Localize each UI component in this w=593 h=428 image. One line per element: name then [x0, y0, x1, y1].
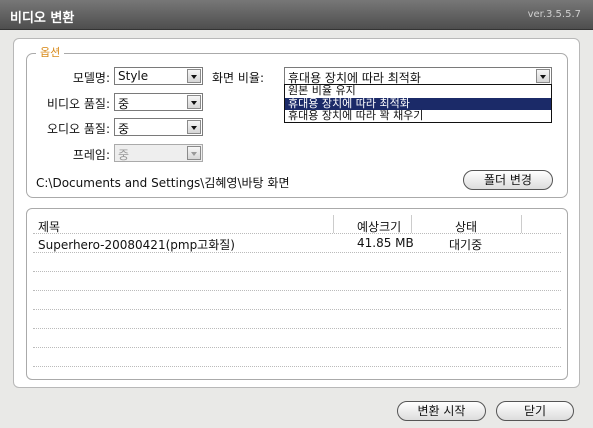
video-convert-window: 비디오 변환 ver.3.5.5.7 옵션 모델명: Style 비디오 품질:…	[0, 0, 593, 428]
row-size: 41.85 MB	[357, 236, 414, 250]
screen-ratio-label: 화면 비율:	[212, 71, 265, 85]
chevron-down-icon[interactable]	[187, 95, 201, 109]
row-divider	[33, 233, 561, 234]
ratio-option-keep[interactable]: 원본 비율 유지	[285, 85, 551, 97]
window-title: 비디오 변환	[10, 11, 75, 26]
column-divider[interactable]	[333, 215, 334, 233]
frame-select: 중	[114, 144, 203, 162]
row-divider	[33, 271, 561, 272]
row-status: 대기중	[449, 238, 483, 252]
column-divider[interactable]	[521, 215, 522, 233]
row-divider	[33, 328, 561, 329]
video-quality-select[interactable]: 중	[114, 93, 203, 111]
audio-quality-label: 오디오 품질:	[46, 122, 110, 136]
model-label: 모델명:	[72, 71, 110, 85]
model-value: Style	[118, 69, 149, 83]
row-divider	[33, 252, 561, 253]
frame-value: 중	[118, 148, 130, 162]
row-title: Superhero-20080421(pmp고화질)	[38, 238, 235, 252]
model-select[interactable]: Style	[114, 67, 203, 85]
row-divider	[33, 347, 561, 348]
title-bar[interactable]: 비디오 변환 ver.3.5.5.7	[0, 0, 593, 30]
video-quality-label: 비디오 품질:	[46, 97, 110, 111]
chevron-down-icon	[187, 146, 201, 160]
options-legend: 옵션	[36, 44, 65, 60]
start-convert-button[interactable]: 변환 시작	[397, 401, 486, 421]
video-quality-value: 중	[118, 97, 130, 111]
chevron-down-icon[interactable]	[187, 120, 201, 134]
file-list: 제목 예상크기 상태 Superhero-20080421(pmp고화질) 41…	[26, 208, 568, 380]
column-divider[interactable]	[411, 215, 412, 233]
audio-quality-value: 중	[118, 122, 130, 136]
chevron-down-icon[interactable]	[536, 69, 550, 83]
version-label: ver.3.5.5.7	[527, 9, 581, 20]
folder-change-button[interactable]: 폴더 변경	[463, 170, 553, 190]
frame-label: 프레임:	[72, 148, 110, 162]
screen-ratio-dropdown: 원본 비율 유지 휴대용 장치에 따라 최적화 휴대용 장치에 따라 꽉 채우기	[284, 84, 552, 123]
row-divider	[33, 366, 561, 367]
chevron-down-icon[interactable]	[187, 69, 201, 83]
close-button[interactable]: 닫기	[496, 401, 574, 421]
audio-quality-select[interactable]: 중	[114, 118, 203, 136]
row-divider	[33, 290, 561, 291]
save-path: C:\Documents and Settings\김혜영\바탕 화면	[36, 176, 290, 190]
row-divider	[33, 309, 561, 310]
screen-ratio-select[interactable]: 휴대용 장치에 따라 최적화	[284, 67, 552, 85]
ratio-option-fill[interactable]: 휴대용 장치에 따라 꽉 채우기	[285, 110, 551, 122]
